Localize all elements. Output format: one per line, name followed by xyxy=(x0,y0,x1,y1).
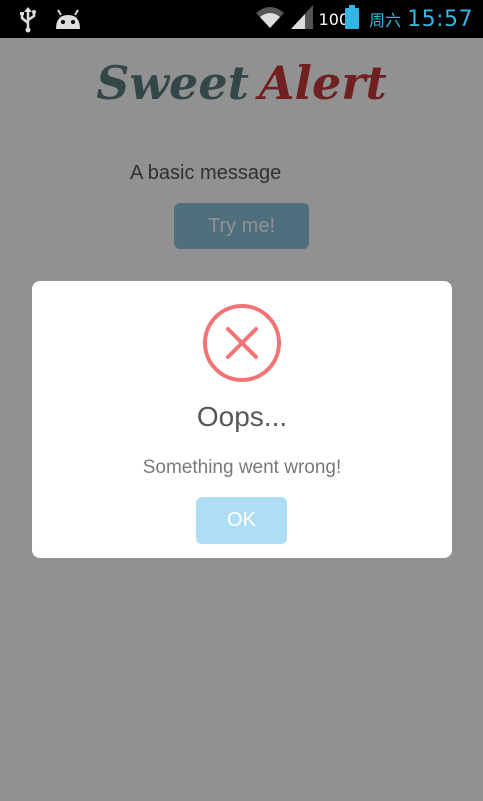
app-screen: 100 周六 15:57 Sweet Alert A basic message … xyxy=(0,0,483,801)
ok-button[interactable]: OK xyxy=(196,497,287,544)
status-left-icons xyxy=(18,7,82,37)
dialog-title: Oops... xyxy=(196,401,288,432)
status-day: 周六 xyxy=(369,11,402,30)
battery-icon xyxy=(345,5,360,33)
status-right-icons: 100 周六 15:57 xyxy=(255,0,473,38)
error-x-icon xyxy=(202,303,282,383)
status-bar: 100 周六 15:57 xyxy=(0,0,483,38)
signal-icon xyxy=(290,5,313,33)
android-debug-icon xyxy=(54,9,82,35)
status-time: 15:57 xyxy=(407,6,473,32)
usb-icon xyxy=(18,7,38,37)
wifi-icon xyxy=(255,5,285,33)
dialog-message: Something went wrong! xyxy=(142,457,342,478)
alert-dialog: Oops... Something went wrong! OK xyxy=(32,281,452,558)
